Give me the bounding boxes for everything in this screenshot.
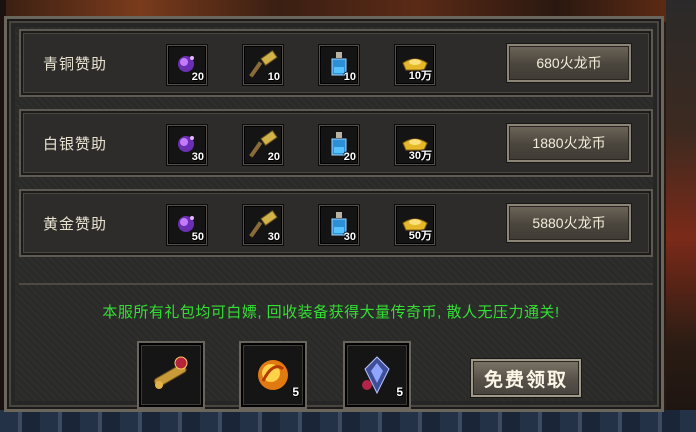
item-qty: 30 [191,151,204,163]
free-reward-slot[interactable]: 5 [343,341,411,409]
buy-silver-button[interactable]: 1880火龙币 [507,124,631,162]
item-slot[interactable]: 30 [167,125,207,165]
item-qty: 10万 [408,70,432,82]
divider [19,283,653,285]
item-qty: 10 [267,71,280,83]
item-qty: 30 [343,231,356,243]
item-qty: 20 [191,71,204,83]
buy-bronze-button[interactable]: 680火龙币 [507,44,631,82]
item-qty: 30万 [408,150,432,162]
item-slot[interactable]: 10 [243,45,283,85]
item-slot[interactable]: 10 [319,45,359,85]
item-qty: 20 [343,151,356,163]
item-slot[interactable]: 20 [243,125,283,165]
free-reward-slot[interactable] [137,341,205,409]
background-hotbar [0,410,696,432]
item-slot[interactable]: 20 [167,45,207,85]
item-slot[interactable]: 50万 [395,205,435,245]
item-qty: 5 [396,385,403,399]
tier-row-gold: 黄金赞助 50 30 30 50万 5880火龙币 [19,189,653,257]
item-qty: 50 [191,231,204,243]
tier-row-bronze: 青铜赞助 20 10 10 10万 680火龙币 [19,29,653,97]
tier-row-silver: 白银赞助 30 20 20 30万 1880火龙币 [19,109,653,177]
item-qty: 50万 [408,230,432,242]
claim-free-button[interactable]: 免费领取 [471,359,581,397]
item-qty: 10 [343,71,356,83]
item-slot[interactable]: 30 [319,205,359,245]
notice-text: 本服所有礼包均可白嫖, 回收装备获得大量传奇币, 散人无压力通关! [102,304,560,321]
telescope-icon [153,356,188,389]
item-slot[interactable]: 30万 [395,125,435,165]
item-qty: 5 [292,385,299,399]
tier-label: 白银赞助 [43,136,108,153]
item-slot[interactable]: 10万 [395,45,435,85]
fire-orb-icon [258,360,288,390]
sponsor-panel: 青铜赞助 20 10 10 10万 680火龙币 白银赞助 30 20 20 3… [4,16,664,412]
buy-gold-button[interactable]: 5880火龙币 [507,204,631,242]
item-slot[interactable]: 50 [167,205,207,245]
item-slot[interactable]: 30 [243,205,283,245]
background-scene-right [666,0,696,432]
item-qty: 20 [267,151,280,163]
free-reward-slot[interactable]: 5 [239,341,307,409]
crystal-charm-icon [362,356,390,395]
item-slot[interactable]: 20 [319,125,359,165]
item-qty: 30 [267,231,280,243]
tier-label: 青铜赞助 [43,56,108,73]
tier-label: 黄金赞助 [43,216,108,233]
